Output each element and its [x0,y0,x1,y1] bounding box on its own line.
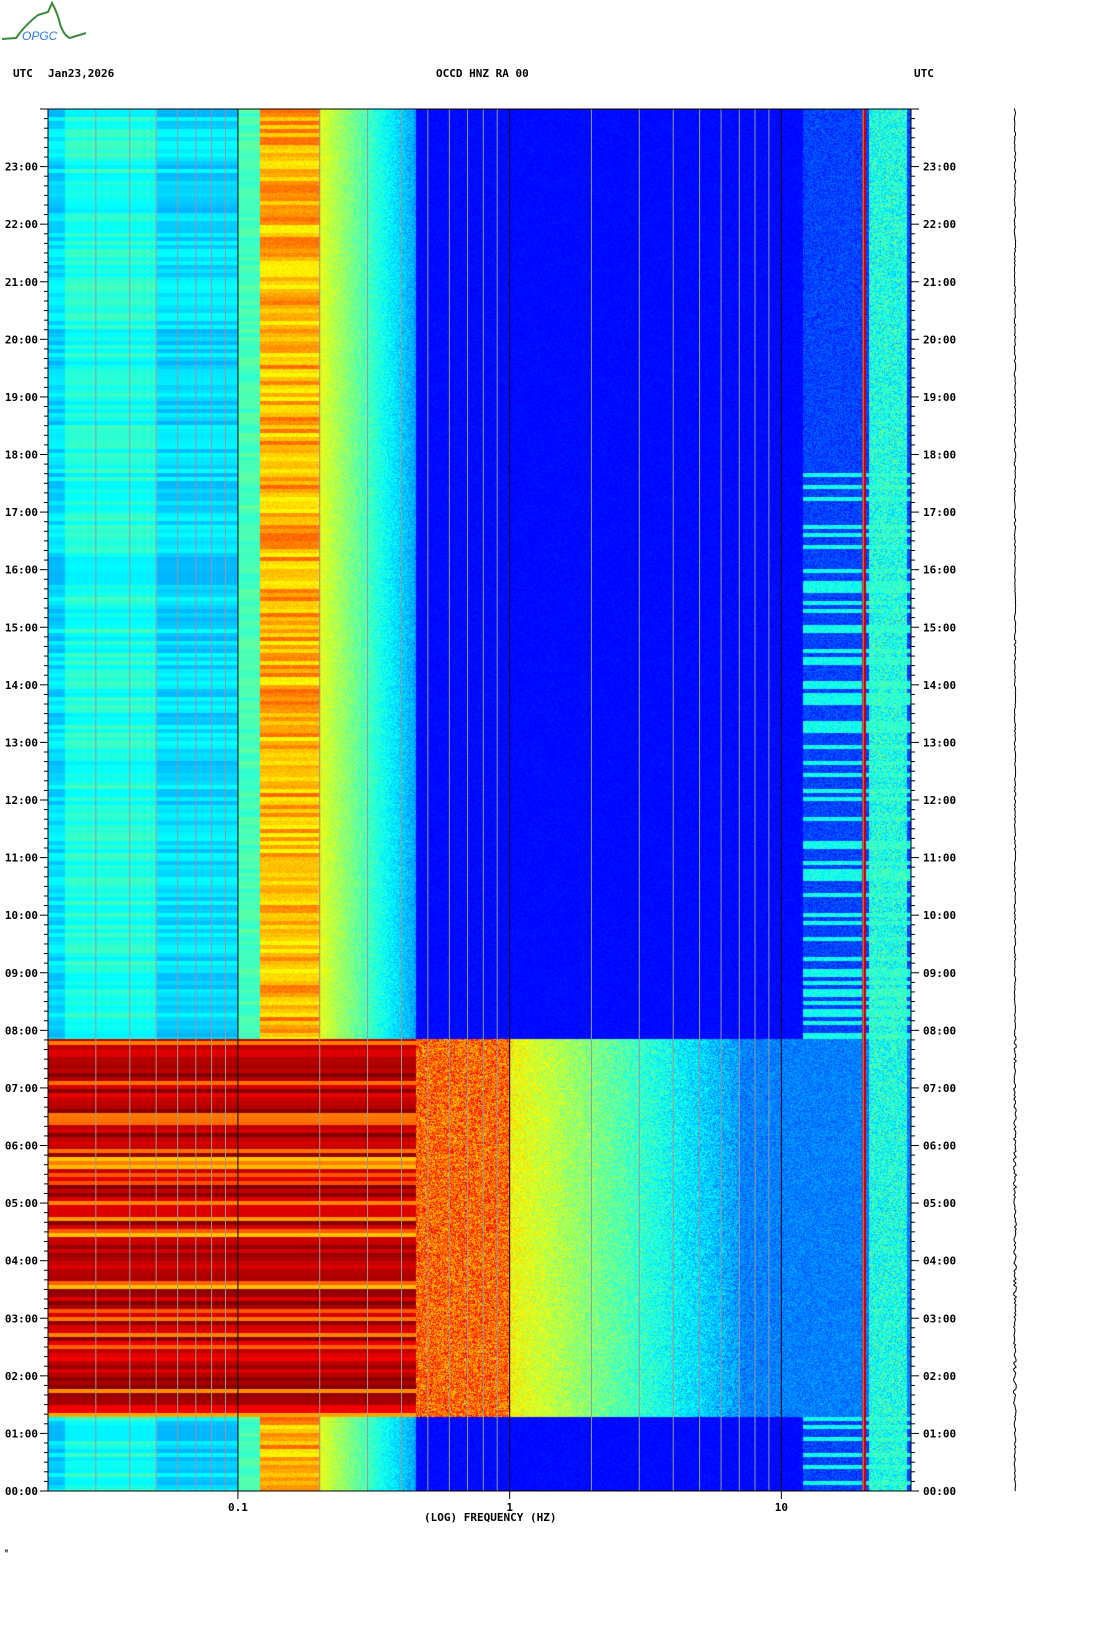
y-tick-label-right: 05:00 [923,1197,956,1210]
y-tick-label-right: 23:00 [923,161,956,174]
y-tick-label-right: 22:00 [923,218,956,231]
y-tick-label-right: 03:00 [923,1312,956,1325]
y-tick-label-left: 22:00 [5,218,38,231]
y-tick-label-right: 12:00 [923,794,956,807]
y-tick-label-left: 19:00 [5,391,38,404]
y-tick-label-right: 14:00 [923,679,956,692]
y-tick-label-right: 18:00 [923,449,956,462]
y-tick-label-left: 01:00 [5,1427,38,1440]
y-tick-label-left: 09:00 [5,967,38,980]
y-tick-label-right: 20:00 [923,333,956,346]
footer-mark: ᴹ [4,1548,9,1557]
y-tick-label-right: 07:00 [923,1082,956,1095]
y-tick-label-right: 06:00 [923,1140,956,1153]
y-tick-label-left: 20:00 [5,333,38,346]
y-tick-label-right: 11:00 [923,852,956,865]
y-tick-label-right: 04:00 [923,1255,956,1268]
y-tick-label-right: 08:00 [923,1024,956,1037]
y-tick-label-left: 05:00 [5,1197,38,1210]
y-tick-label-left: 17:00 [5,506,38,519]
y-tick-label-left: 08:00 [5,1024,38,1037]
y-tick-label-left: 04:00 [5,1255,38,1268]
y-tick-label-right: 16:00 [923,564,956,577]
y-tick-label-right: 10:00 [923,909,956,922]
y-tick-label-right: 19:00 [923,391,956,404]
y-tick-label-right: 09:00 [923,967,956,980]
y-tick-label-right: 21:00 [923,276,956,289]
y-tick-label-left: 23:00 [5,161,38,174]
y-tick-label-left: 18:00 [5,449,38,462]
seismogram-trace [1012,108,1018,1492]
y-tick-label-left: 14:00 [5,679,38,692]
y-tick-label-right: 15:00 [923,621,956,634]
y-tick-label-right: 00:00 [923,1485,956,1498]
x-tick-label: 10 [775,1501,788,1514]
y-tick-label-left: 16:00 [5,564,38,577]
y-tick-label-left: 15:00 [5,621,38,634]
y-tick-label-left: 12:00 [5,794,38,807]
y-tick-label-left: 07:00 [5,1082,38,1095]
y-tick-label-left: 11:00 [5,852,38,865]
y-tick-label-right: 02:00 [923,1370,956,1383]
y-tick-label-left: 00:00 [5,1485,38,1498]
x-axis-label: (LOG) FREQUENCY (HZ) [424,1511,557,1524]
x-tick-label: 0.1 [228,1501,248,1514]
y-tick-label-left: 02:00 [5,1370,38,1383]
y-tick-label-left: 10:00 [5,909,38,922]
y-tick-label-left: 21:00 [5,276,38,289]
y-tick-label-left: 03:00 [5,1312,38,1325]
y-tick-label-left: 06:00 [5,1140,38,1153]
y-tick-label-left: 13:00 [5,736,38,749]
y-tick-label-right: 01:00 [923,1427,956,1440]
y-tick-label-right: 13:00 [923,736,956,749]
y-tick-label-right: 17:00 [923,506,956,519]
chart-axes: 0.1 1 1000:00 00:0001:00 01:0002:00 02:0003:0… [5,108,1018,1514]
